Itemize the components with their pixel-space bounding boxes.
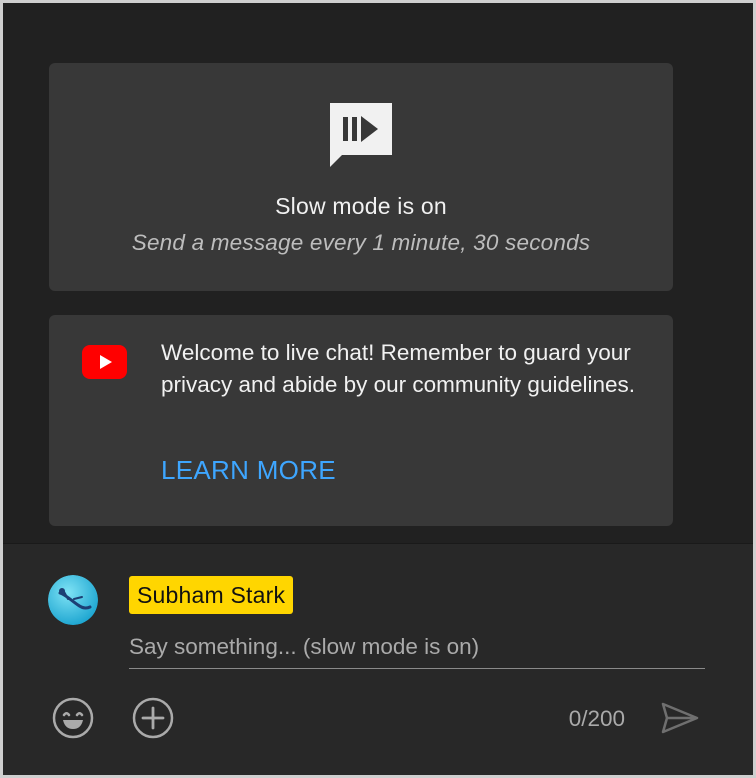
send-icon[interactable]: [657, 696, 701, 740]
character-counter: 0/200: [568, 706, 625, 731]
emoji-icon[interactable]: [51, 696, 95, 740]
chat-message-input[interactable]: [129, 628, 705, 669]
avatar: [48, 575, 98, 625]
author-name-chip: Subham Stark: [129, 576, 294, 614]
add-circle-icon[interactable]: [131, 696, 175, 740]
avatar-image: [48, 575, 98, 625]
welcome-message: Welcome to live chat! Remember to guard …: [161, 340, 636, 397]
youtube-logo-icon: [82, 345, 127, 379]
slow-mode-title: Slow mode is on: [275, 193, 447, 219]
live-chat-panel: Slow mode is on Send a message every 1 m…: [0, 0, 756, 778]
welcome-banner: Welcome to live chat! Remember to guard …: [49, 315, 673, 526]
learn-more-link[interactable]: LEARN MORE: [161, 455, 336, 486]
message-composer: Subham Stark 0/200: [3, 543, 753, 775]
slow-mode-subtitle: Send a message every 1 minute, 30 second…: [131, 230, 591, 255]
slow-mode-icon: [330, 103, 392, 167]
slow-mode-banner: Slow mode is on Send a message every 1 m…: [49, 63, 673, 291]
